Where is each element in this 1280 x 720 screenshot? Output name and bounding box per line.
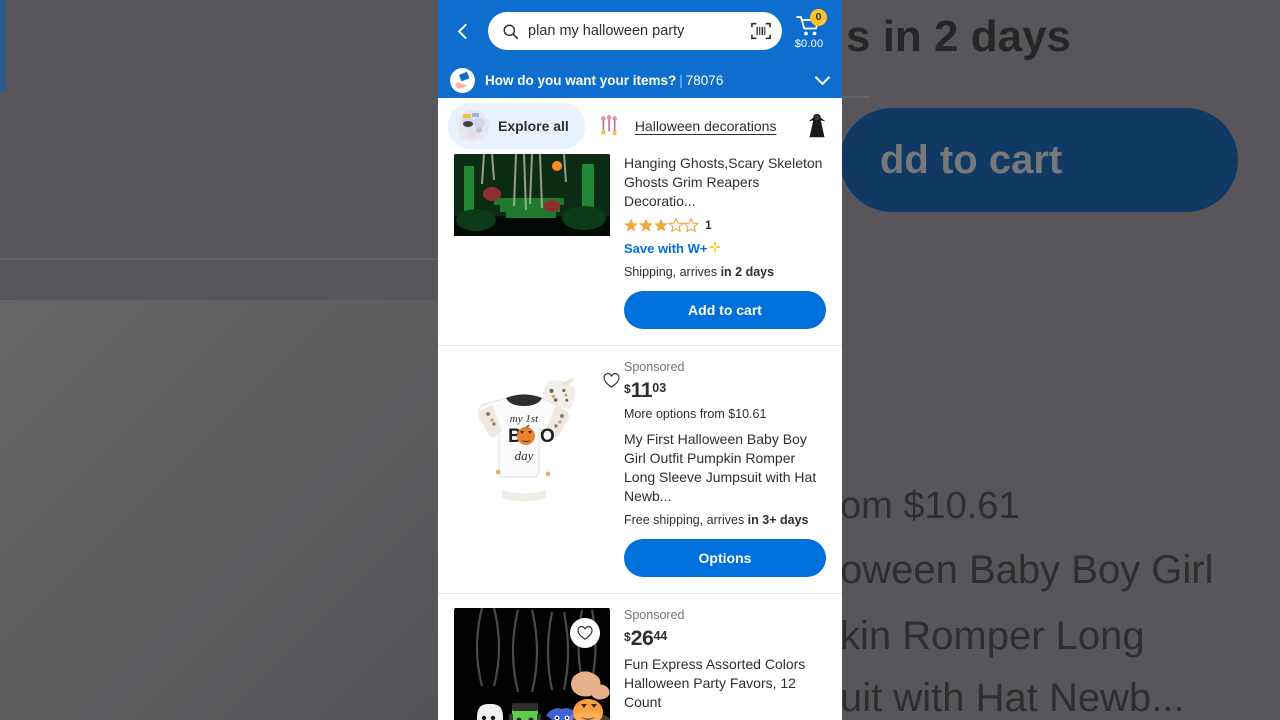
bg-title-line-1: oween Baby Boy Girl [840, 548, 1214, 592]
price-currency: $ [624, 630, 631, 644]
delivery-zip: 78076 [685, 72, 724, 88]
product-thumb-column [454, 608, 610, 720]
add-to-cart-button[interactable]: Add to cart [624, 291, 826, 329]
back-button[interactable] [444, 12, 482, 50]
product-rating[interactable]: 1 [624, 218, 826, 232]
product-thumb-column [454, 154, 610, 329]
baby-romper-halloween-image[interactable]: my 1st B O day [454, 360, 610, 510]
bg-product-image [0, 300, 440, 720]
bg-divider [0, 258, 440, 260]
product-title[interactable]: My First Halloween Baby Boy Girl Outfit … [624, 430, 826, 506]
search-icon [502, 23, 519, 40]
barcode-scanner-icon[interactable] [750, 21, 772, 41]
product-card[interactable]: Hanging Ghosts,Scary Skeleton Ghosts Gri… [438, 154, 842, 346]
bg-divider-right [840, 96, 870, 98]
save-with-wplus-label: Save with W+ [624, 241, 708, 256]
bg-title-line-3: uit with Hat Newb... [840, 676, 1185, 720]
halloween-decorations-icon [594, 110, 626, 142]
product-info: Hanging Ghosts,Scary Skeleton Ghosts Gri… [624, 154, 826, 329]
shipping-prefix: Free shipping, arrives [624, 513, 748, 527]
product-info: Sponsored $11 03 More options from $10.61… [624, 360, 826, 577]
product-title[interactable]: Fun Express Assorted Colors Halloween Pa… [624, 655, 826, 712]
product-card[interactable]: my 1st B O day Sponsored $ 11 03 More op… [438, 346, 842, 594]
screenshot-stage: s in 2 days dd to cart om $10.61 oween B… [0, 0, 1280, 720]
chip-label: Halloween decorations [634, 118, 777, 134]
chip-halloween-decorations[interactable]: Halloween decorations [585, 103, 793, 149]
mobile-app-viewport: plan my halloween party 0 $0.00 How do y… [438, 0, 842, 720]
collage-thumbnail-icon [457, 110, 489, 142]
price-whole: 26 [630, 627, 654, 650]
bg-more-options-text: om $10.61 [840, 485, 1020, 527]
search-bar[interactable]: plan my halloween party [488, 12, 782, 50]
bg-title-line-2: kin Romper Long [840, 614, 1145, 658]
chip-explore-all[interactable]: Explore all [448, 103, 585, 149]
chevron-down-icon[interactable] [814, 69, 831, 86]
sponsored-label: Sponsored [624, 360, 685, 374]
search-input[interactable]: plan my halloween party [528, 23, 741, 39]
delivery-selector[interactable]: How do you want your items? | 78076 [438, 62, 842, 98]
cart-button[interactable]: 0 $0.00 [788, 8, 830, 50]
cart-badge-count: 0 [810, 8, 827, 26]
product-shipping: Shipping, arrives in 2 days [624, 265, 826, 279]
costume-icon [801, 110, 833, 142]
product-list: Hanging Ghosts,Scary Skeleton Ghosts Gri… [438, 154, 842, 720]
product-title[interactable]: Hanging Ghosts,Scary Skeleton Ghosts Gri… [624, 154, 826, 211]
price-currency: $ [624, 382, 631, 396]
sponsored-label: Sponsored [624, 608, 685, 622]
product-shipping: Free shipping, arrives in 3+ days [624, 513, 826, 527]
product-info: Sponsored $26 44 Fun Express Assorted Col… [624, 608, 826, 720]
delivery-question: How do you want your items? [485, 72, 677, 88]
favorite-heart-icon[interactable] [570, 618, 600, 648]
bg-shipping-text: s in 2 days [846, 12, 1072, 61]
product-price: $11 03 [624, 380, 826, 401]
shipping-prefix: Shipping, arrives [624, 265, 721, 279]
price-whole: 11 [630, 379, 653, 402]
save-with-walmart-plus-badge[interactable]: Save with W+ [624, 241, 826, 256]
product-card[interactable]: Sponsored $26 44 Fun Express Assorted Col… [438, 594, 842, 720]
svg-text:day: day [515, 448, 534, 463]
header-top-row: plan my halloween party 0 $0.00 [438, 0, 842, 62]
chip-costumes[interactable]: Co [792, 103, 842, 149]
product-thumb-column: my 1st B O day [454, 360, 619, 577]
more-options-text[interactable]: More options from $10.61 [624, 407, 826, 421]
shopping-cart-icon: 0 [796, 8, 827, 37]
delivery-hand-icon [450, 67, 475, 93]
rating-count: 1 [705, 218, 712, 232]
svg-text:O: O [540, 426, 555, 447]
delivery-separator: | [679, 72, 683, 88]
chevron-left-icon [457, 23, 473, 39]
product-price: $26 44 [624, 628, 826, 649]
svg-text:my 1st: my 1st [510, 413, 539, 425]
options-button[interactable]: Options [624, 539, 826, 577]
shipping-eta: in 2 days [720, 265, 775, 279]
price-cents: 44 [653, 629, 668, 643]
walmart-spark-icon [709, 241, 721, 256]
app-header: plan my halloween party 0 $0.00 How do y… [438, 0, 842, 98]
delivery-label: How do you want your items? | 78076 [485, 73, 807, 88]
cart-total: $0.00 [794, 37, 824, 50]
star-rating-icons [624, 218, 700, 232]
chip-label: Explore all [498, 118, 569, 134]
category-chips-row[interactable]: Explore all Halloween decorations [438, 98, 842, 154]
shipping-eta: in 3+ days [747, 513, 809, 527]
favorite-heart-icon[interactable] [598, 368, 624, 394]
haunted-forest-decoration-image[interactable] [454, 154, 610, 240]
bg-add-to-cart-button: dd to cart [840, 108, 1238, 212]
price-cents: 03 [652, 381, 667, 395]
bg-header-edge [0, 0, 6, 92]
